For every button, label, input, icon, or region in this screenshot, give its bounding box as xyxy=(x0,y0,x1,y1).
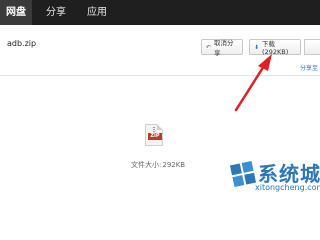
download-icon: ⬇ xyxy=(254,43,260,51)
file-size: 文件大小:292KB xyxy=(131,160,185,170)
file-size-value: 292KB xyxy=(162,161,186,169)
cancel-share-label: 取消分享 xyxy=(214,39,234,57)
file-size-label: 文件大小: xyxy=(131,161,162,169)
file-name: adb.zip xyxy=(7,39,37,48)
file-type-badge: ZIP xyxy=(148,133,162,140)
more-options-button[interactable] xyxy=(304,39,320,55)
top-nav-bar: 网盘 分享 应用 xyxy=(0,0,320,25)
nav-tab-netdisk[interactable]: 网盘 xyxy=(0,0,32,25)
page-fold xyxy=(157,124,163,130)
download-label: 下载(292KB) xyxy=(262,40,289,56)
share-to-link[interactable]: 分享至 ▾ xyxy=(300,63,320,72)
download-button[interactable]: ⬇ 下载(292KB) xyxy=(249,39,301,56)
cancel-share-icon: ↶ xyxy=(206,43,212,51)
share-to-label: 分享至 xyxy=(300,65,319,72)
zipper-seam xyxy=(153,127,155,132)
cancel-share-button[interactable]: ↶ 取消分享 xyxy=(201,39,243,57)
watermark-url: xitongcheng.com xyxy=(255,183,320,192)
nav-tab-apps[interactable]: 应用 xyxy=(80,0,114,25)
zip-file-icon: ZIP xyxy=(145,124,163,146)
nav-tab-share[interactable]: 分享 xyxy=(38,0,74,25)
watermark-logo-icon xyxy=(229,160,257,188)
header-divider xyxy=(0,75,320,76)
